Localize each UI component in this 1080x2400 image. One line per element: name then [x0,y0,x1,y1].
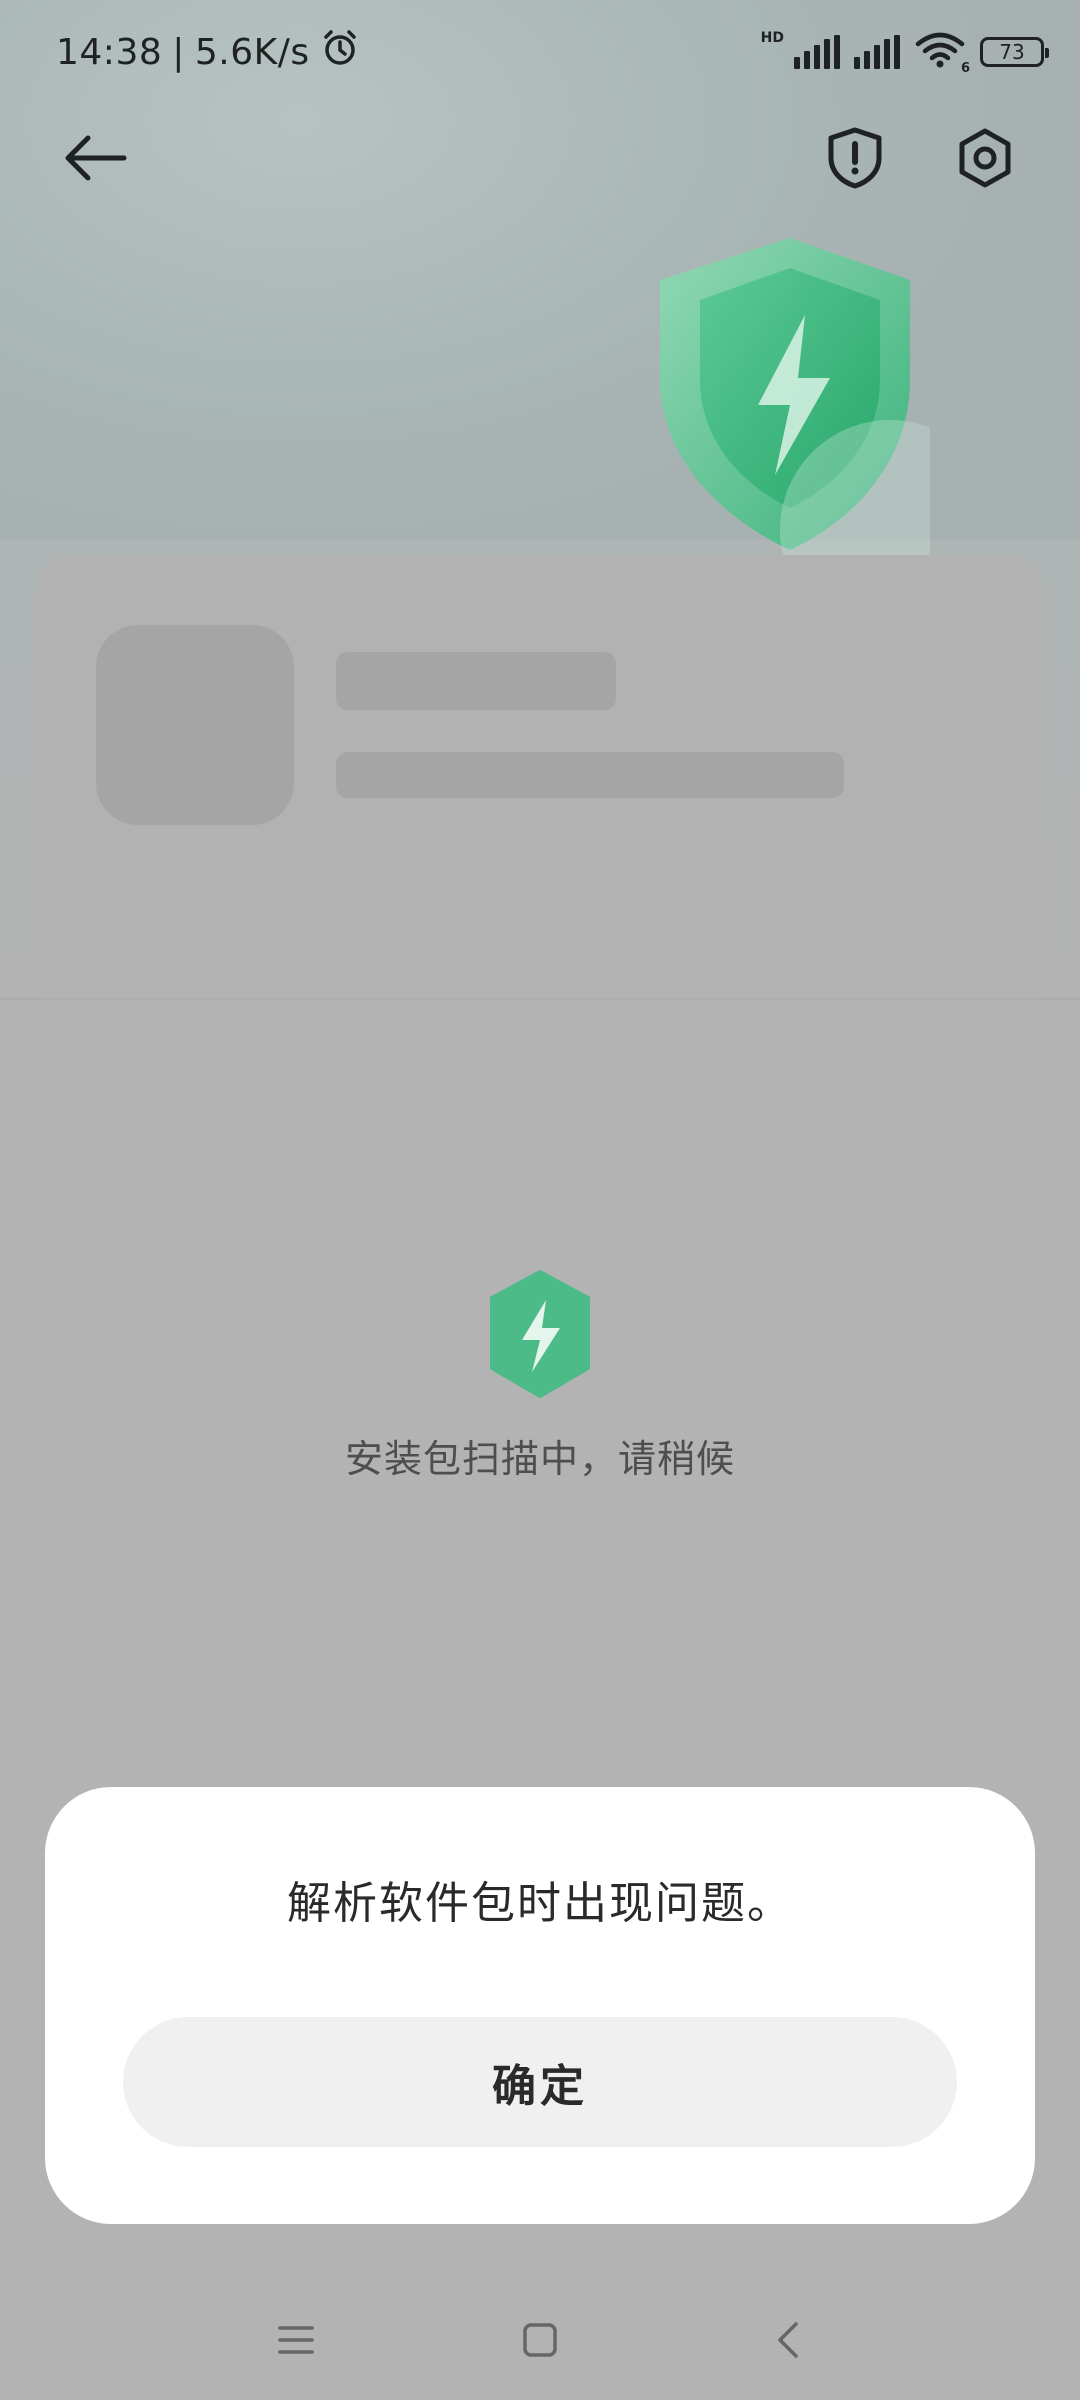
security-report-button[interactable] [815,118,895,198]
status-separator: | [172,32,185,73]
app-detail-placeholder [336,752,844,798]
battery-level: 73 [999,40,1025,64]
scan-status-text: 安装包扫描中，请稍候 [344,1437,735,1481]
status-bar: 14:38 | 5.6K/s HD 6 73 [0,0,1080,110]
settings-button[interactable] [945,118,1025,198]
back-button[interactable] [55,118,135,198]
error-dialog: 解析软件包时出现问题。 确定 [45,1787,1035,2224]
scan-shield-icon [488,1270,592,1398]
recents-button[interactable] [256,2300,336,2380]
app-icon-placeholder [96,625,294,825]
system-nav-bar [0,2300,1080,2400]
section-divider [0,998,1080,1000]
status-right: HD 6 73 [760,30,1049,76]
gear-icon [959,128,1011,188]
signal-2-icon [854,35,900,69]
wifi-icon: 6 [914,30,970,76]
alarm-icon [320,28,360,77]
nav-back-button[interactable] [748,2300,828,2380]
status-net-speed: 5.6K/s [194,32,310,73]
signal-1-icon [794,35,840,69]
arrow-left-icon [65,135,127,181]
menu-icon [278,2326,314,2354]
confirm-button[interactable]: 确定 [123,2017,957,2147]
battery-indicator: 73 [980,37,1049,67]
shield-exclamation-icon [828,127,882,189]
status-time: 14:38 [56,32,163,73]
app-name-placeholder [336,652,616,710]
shield-illustration [640,230,1000,640]
home-button[interactable] [500,2300,580,2380]
status-left: 14:38 | 5.6K/s [56,28,360,77]
signal-hd-label: HD [760,30,784,46]
chevron-left-icon [778,2322,798,2358]
wifi-gen-label: 6 [960,61,970,76]
home-square-icon [523,2323,557,2357]
dialog-message: 解析软件包时出现问题。 [287,1878,793,1929]
